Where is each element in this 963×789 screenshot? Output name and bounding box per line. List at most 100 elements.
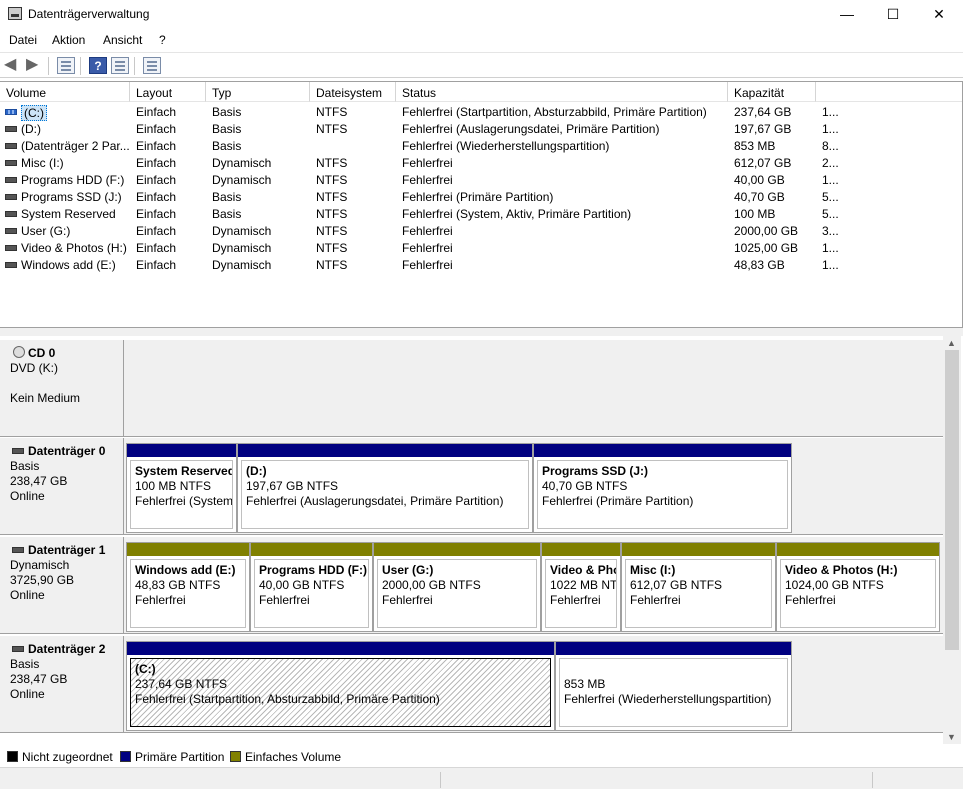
menu-datei[interactable]: Datei xyxy=(9,33,37,47)
cd-drive-icon xyxy=(13,346,25,358)
cell-kapazitaet: 2000,00 GB xyxy=(734,224,799,238)
partition-c[interactable]: (C:) 237,64 GB NTFS Fehlerfrei (Startparti… xyxy=(126,641,555,731)
pane-splitter[interactable] xyxy=(0,328,963,336)
partition-system-reserved[interactable]: System Reserved 100 MB NTFS Fehlerfrei (Sy… xyxy=(126,443,237,533)
partition-name: (C:) xyxy=(135,662,156,676)
cell-fs: NTFS xyxy=(316,173,348,187)
properties-icon[interactable] xyxy=(57,57,75,74)
disk-type: DVD (K:) xyxy=(10,361,58,375)
disk-label-1[interactable]: Datenträger 1 Dynamisch 3725,90 GB Onlin… xyxy=(0,537,124,634)
column-header-kapazitaet[interactable]: Kapazität xyxy=(728,82,816,102)
cell-typ: Dynamisch xyxy=(212,173,272,187)
table-row[interactable]: System Reserved Einfach Basis NTFS Fehle… xyxy=(0,205,840,222)
partition-status: Fehlerfrei (Wiederherstellungspartition) xyxy=(564,692,772,706)
disk-label-cd0[interactable]: CD 0 DVD (K:) Kein Medium xyxy=(0,340,124,437)
legend-swatch-simple xyxy=(230,751,241,762)
partition-video-photos[interactable]: Video & Photos (H:) 1024,00 GB NTFS Fehler… xyxy=(776,542,940,632)
cell-typ: Basis xyxy=(212,207,242,221)
legend-swatch-primary xyxy=(120,751,131,762)
view-icon[interactable] xyxy=(111,57,129,74)
menu-ansicht[interactable]: Ansicht xyxy=(103,33,142,47)
partition-user[interactable]: User (G:) 2000,00 GB NTFS Fehlerfrei xyxy=(373,542,541,632)
table-row[interactable]: Programs HDD (F:) Einfach Dynamisch NTFS… xyxy=(0,171,840,188)
cell-layout: Einfach xyxy=(136,156,177,170)
partition-d[interactable]: (D:) 197,67 GB NTFS Fehlerfrei (Auslagerun… xyxy=(237,443,533,533)
menu-help[interactable]: ? xyxy=(159,33,166,47)
partition-video-photos-small[interactable]: Video & Pho 1022 MB NT Fehlerfrei xyxy=(541,542,621,632)
graph-vertical-scrollbar[interactable]: ▲ ▼ xyxy=(943,336,961,744)
partition-size: 197,67 GB NTFS xyxy=(246,479,339,493)
cell-kapazitaet: 612,07 GB xyxy=(734,156,792,170)
menu-aktion[interactable]: Aktion xyxy=(52,33,85,47)
cell-layout: Einfach xyxy=(136,241,177,255)
partition-status: Fehlerfrei xyxy=(550,593,601,607)
volume-icon xyxy=(5,262,17,268)
scroll-thumb[interactable] xyxy=(945,350,959,650)
table-row[interactable]: (C:) Einfach Basis NTFS Fehlerfrei (Star… xyxy=(0,103,840,121)
table-row[interactable]: Misc (I:) Einfach Dynamisch NTFS Fehlerf… xyxy=(0,154,840,171)
back-arrow-icon[interactable]: ◀ xyxy=(4,57,22,74)
partition-programs-hdd[interactable]: Programs HDD (F:) 40,00 GB NTFS Fehlerfrei xyxy=(250,542,373,632)
disk-name: Datenträger 2 xyxy=(28,642,106,656)
toolbar-separator xyxy=(80,57,81,75)
volume-icon xyxy=(5,245,17,251)
legend-label-unallocated: Nicht zugeordnet xyxy=(22,750,113,764)
maximize-button[interactable]: ☐ xyxy=(870,0,916,28)
disk-label-2[interactable]: Datenträger 2 Basis 238,47 GB Online xyxy=(0,636,124,733)
partition-size: 1022 MB NT xyxy=(550,578,617,592)
partition-windows-add[interactable]: Windows add (E:) 48,83 GB NTFS Fehlerfrei xyxy=(126,542,250,632)
partition-size: 612,07 GB NTFS xyxy=(630,578,723,592)
scroll-up-icon[interactable]: ▲ xyxy=(947,338,956,348)
cell-volume: Programs SSD (J:) xyxy=(21,190,122,204)
help-icon[interactable]: ? xyxy=(89,57,107,74)
toolbar-separator xyxy=(134,57,135,75)
cell-volume: (Datenträger 2 Par... xyxy=(21,139,130,153)
partition-programs-ssd[interactable]: Programs SSD (J:) 40,70 GB NTFS Fehlerfrei… xyxy=(533,443,792,533)
partition-size: 40,70 GB NTFS xyxy=(542,479,628,493)
legend-label-primary: Primäre Partition xyxy=(135,750,225,764)
volume-icon xyxy=(5,177,17,183)
partition-bar xyxy=(127,543,249,556)
disk2-area: (C:) 237,64 GB NTFS Fehlerfrei (Startparti… xyxy=(124,636,943,733)
cell-volume: System Reserved xyxy=(21,207,116,221)
table-row[interactable]: (Datenträger 2 Par... Einfach Basis Fehl… xyxy=(0,137,840,154)
cell-layout: Einfach xyxy=(136,258,177,272)
legend: Nicht zugeordnet Primäre Partition Einfa… xyxy=(0,746,963,766)
table-row[interactable]: Windows add (E:) Einfach Dynamisch NTFS … xyxy=(0,256,840,273)
column-header-dateisystem[interactable]: Dateisystem xyxy=(310,82,396,102)
partition-status: Fehlerfrei xyxy=(259,593,310,607)
table-row[interactable]: Video & Photos (H:) Einfach Dynamisch NT… xyxy=(0,239,840,256)
cell-kapazitaet: 237,64 GB xyxy=(734,105,792,119)
partition-misc[interactable]: Misc (I:) 612,07 GB NTFS Fehlerfrei xyxy=(621,542,776,632)
close-button[interactable]: ✕ xyxy=(916,0,962,28)
cell-extra: 2... xyxy=(822,156,839,170)
cell-status: Fehlerfrei (System, Aktiv, Primäre Parti… xyxy=(402,207,632,221)
disk-management-app-icon xyxy=(8,7,22,20)
column-header-status[interactable]: Status xyxy=(396,82,728,102)
cell-layout: Einfach xyxy=(136,139,177,153)
window-title: Datenträgerverwaltung xyxy=(28,7,150,21)
cell-extra: 1... xyxy=(822,258,839,272)
volume-list[interactable]: Volume Layout Typ Dateisystem Status Kap… xyxy=(0,81,963,328)
cell-extra: 1... xyxy=(822,122,839,136)
table-row[interactable]: (D:) Einfach Basis NTFS Fehlerfrei (Ausl… xyxy=(0,120,840,137)
column-header-layout[interactable]: Layout xyxy=(130,82,206,102)
partition-recovery[interactable]: 853 MB Fehlerfrei (Wiederherstellungspart… xyxy=(555,641,792,731)
column-header-volume[interactable]: Volume xyxy=(0,82,130,102)
scroll-down-icon[interactable]: ▼ xyxy=(947,732,956,742)
cell-typ: Basis xyxy=(212,122,242,136)
cell-volume: User (G:) xyxy=(21,224,71,238)
partition-bar xyxy=(127,642,554,655)
forward-arrow-icon[interactable]: ▶ xyxy=(26,57,44,74)
partition-name: System Reserved xyxy=(135,464,233,478)
cell-typ: Dynamisch xyxy=(212,156,272,170)
minimize-button[interactable]: — xyxy=(824,0,870,28)
disk-label-0[interactable]: Datenträger 0 Basis 238,47 GB Online xyxy=(0,438,124,535)
column-header-typ[interactable]: Typ xyxy=(206,82,310,102)
column-header-extra[interactable] xyxy=(816,82,962,102)
list-icon[interactable] xyxy=(143,57,161,74)
disk-size: 238,47 GB xyxy=(10,672,68,686)
table-row[interactable]: User (G:) Einfach Dynamisch NTFS Fehlerf… xyxy=(0,222,840,239)
table-row[interactable]: Programs SSD (J:) Einfach Basis NTFS Feh… xyxy=(0,188,840,205)
cell-layout: Einfach xyxy=(136,224,177,238)
